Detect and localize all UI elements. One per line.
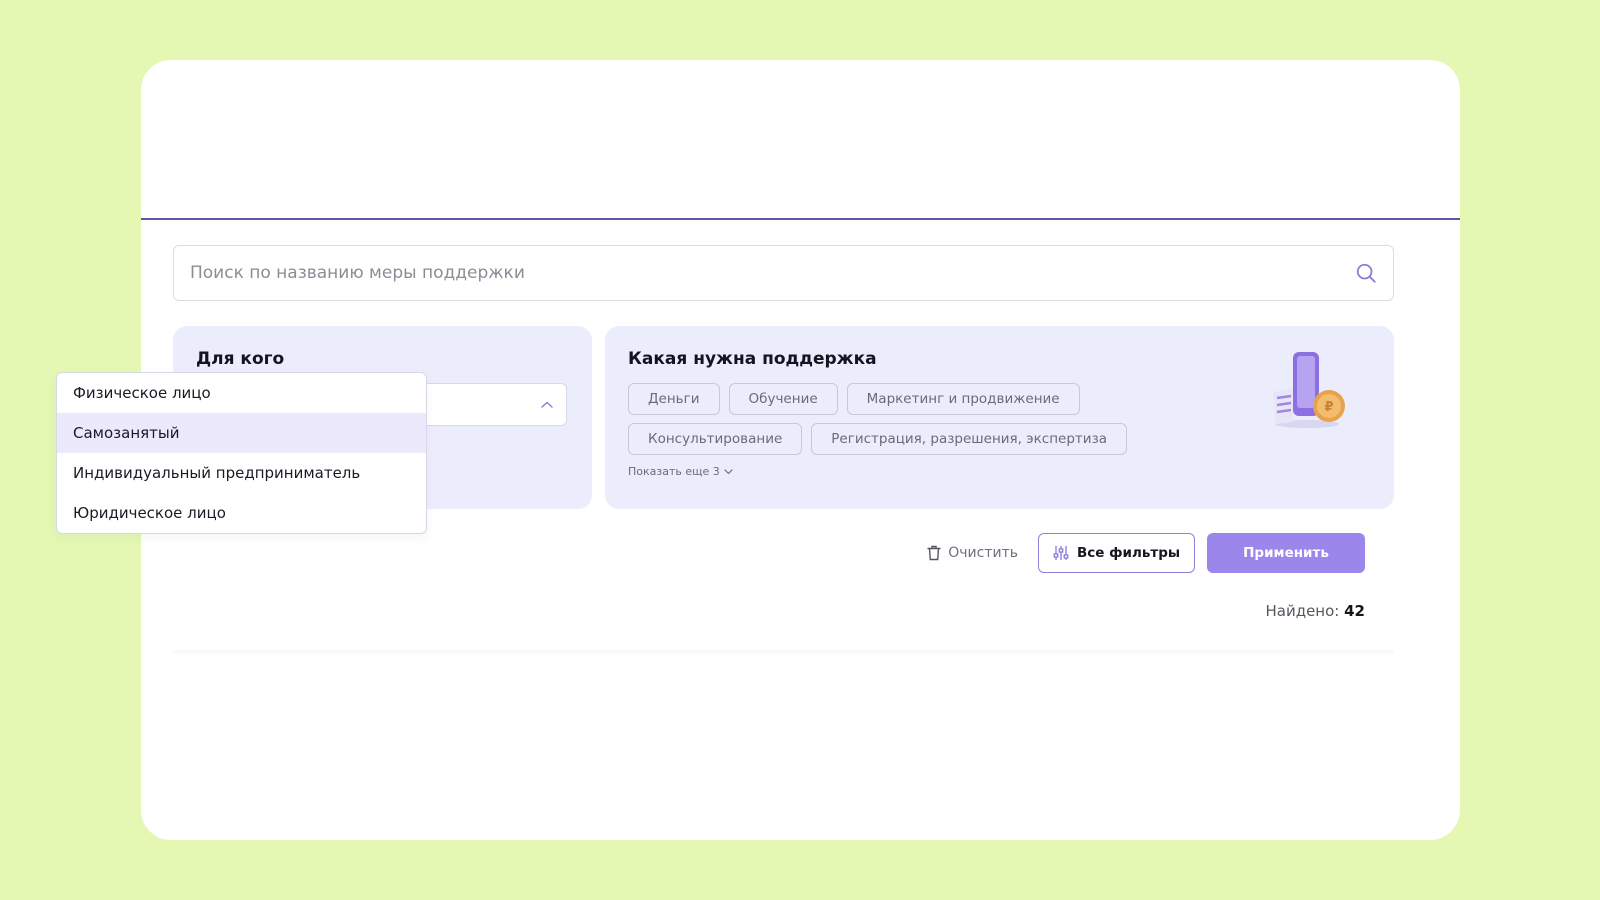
chip-row: Деньги Обучение Маркетинг и продвижение [628, 383, 1188, 415]
header-divider [141, 218, 1460, 220]
all-filters-button[interactable]: Все фильтры [1038, 533, 1195, 573]
sliders-icon [1053, 546, 1069, 560]
show-more-link[interactable]: Показать еще 3 [628, 465, 733, 478]
clear-button-label: Очистить [948, 545, 1018, 561]
chip-row: Консультирование Регистрация, разрешения… [628, 423, 1188, 455]
option-self-employed[interactable]: Самозанятый [57, 413, 426, 453]
svg-text:₽: ₽ [1324, 400, 1333, 415]
option-sole-proprietor[interactable]: Индивидуальный предприниматель [57, 453, 426, 493]
chip-registration[interactable]: Регистрация, разрешения, экспертиза [811, 423, 1128, 455]
option-legal-entity[interactable]: Юридическое лицо [57, 493, 426, 533]
clear-button[interactable]: Очистить [927, 545, 1018, 561]
search-icon[interactable] [1353, 260, 1379, 286]
support-chips: Деньги Обучение Маркетинг и продвижение … [628, 383, 1188, 463]
support-filter-title: Какая нужна поддержка [628, 349, 877, 369]
apply-button[interactable]: Применить [1207, 533, 1365, 573]
option-individual[interactable]: Физическое лицо [57, 373, 426, 413]
search-input[interactable] [190, 263, 1353, 283]
all-filters-label: Все фильтры [1076, 545, 1181, 561]
phone-receipt-coin-illustration: ₽ [1273, 352, 1345, 428]
results-label: Найдено: [1265, 602, 1340, 620]
support-filter-panel: Какая нужна поддержка Деньги Обучение Ма… [605, 326, 1394, 509]
filter-actions: Очистить Все фильтры Применить [927, 533, 1365, 573]
who-dropdown-list: Физическое лицо Самозанятый Индивидуальн… [56, 372, 427, 534]
apply-button-label: Применить [1243, 545, 1329, 561]
chevron-up-icon[interactable] [540, 395, 554, 414]
chip-money[interactable]: Деньги [628, 383, 720, 415]
chevron-down-icon [724, 468, 733, 474]
who-filter-title: Для кого [196, 349, 285, 369]
chip-consulting[interactable]: Консультирование [628, 423, 803, 455]
trash-icon [927, 545, 941, 561]
show-more-label: Показать еще 3 [628, 465, 720, 478]
results-number: 42 [1344, 602, 1365, 620]
chip-education[interactable]: Обучение [728, 383, 838, 415]
results-divider [173, 650, 1394, 656]
chip-marketing[interactable]: Маркетинг и продвижение [846, 383, 1080, 415]
search-bar [173, 245, 1394, 301]
results-count: Найдено: 42 [1265, 602, 1365, 620]
